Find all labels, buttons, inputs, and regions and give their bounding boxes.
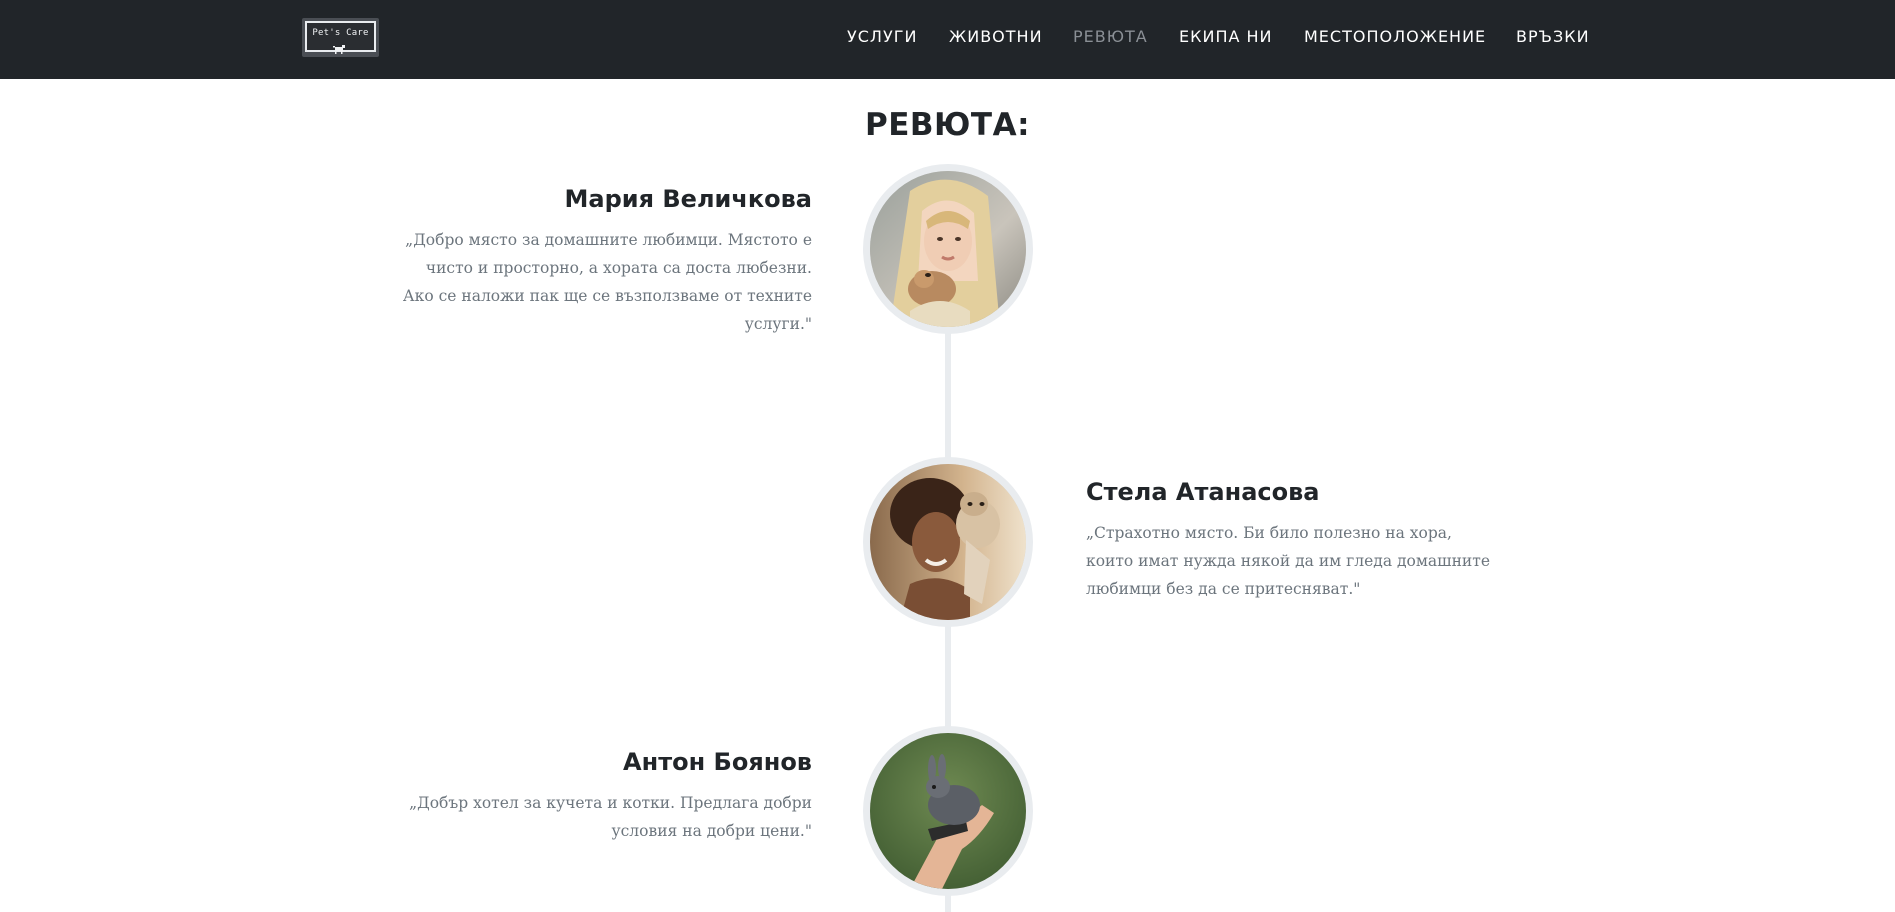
review-text: „Страхотно място. Би било полезно на хор…	[1086, 524, 1490, 598]
nav-link-location[interactable]: МЕСТОПОЛОЖЕНИЕ	[1304, 27, 1486, 47]
review-avatar	[863, 457, 1033, 627]
nav-link-reviews[interactable]: РЕВЮТА	[1073, 27, 1148, 47]
review-avatar	[863, 164, 1033, 334]
nav-links: УСЛУГИ ЖИВОТНИ РЕВЮТА ЕКИПА НИ МЕСТОПОЛО…	[0, 0, 1895, 79]
nav-link-team[interactable]: ЕКИПА НИ	[1179, 27, 1273, 47]
section-title: РЕВЮТА:	[865, 107, 1030, 143]
reviewer-name: Стела Атанасова	[1086, 478, 1320, 506]
nav-link-contacts[interactable]: ВРЪЗКИ	[1516, 27, 1590, 47]
reviewer-name: Мария Величкова	[564, 185, 812, 213]
nav-link-animals[interactable]: ЖИВОТНИ	[949, 27, 1043, 47]
reviewer-name: Антон Боянов	[623, 748, 812, 776]
review-text: „Добро място за домашните любимци. Място…	[402, 231, 812, 333]
review-card: Стела Атанасова „Страхотно място. Би бил…	[1086, 477, 1496, 603]
nav-link-services[interactable]: УСЛУГИ	[847, 27, 917, 47]
review-card: Мария Величкова „Добро място за домашнит…	[402, 184, 812, 338]
review-card: Антон Боянов „Добър хотел за кучета и ко…	[402, 747, 812, 845]
avatar-photo-woman-dog	[870, 171, 1026, 327]
avatar-photo-hand-rabbit	[870, 733, 1026, 889]
navbar: Pet's Care УСЛУГИ ЖИВОТНИ РЕВЮТА ЕКИПА Н…	[0, 0, 1895, 79]
avatar-photo-woman-puppy	[870, 464, 1026, 620]
review-avatar	[863, 726, 1033, 896]
review-text: „Добър хотел за кучета и котки. Предлага…	[409, 794, 812, 840]
